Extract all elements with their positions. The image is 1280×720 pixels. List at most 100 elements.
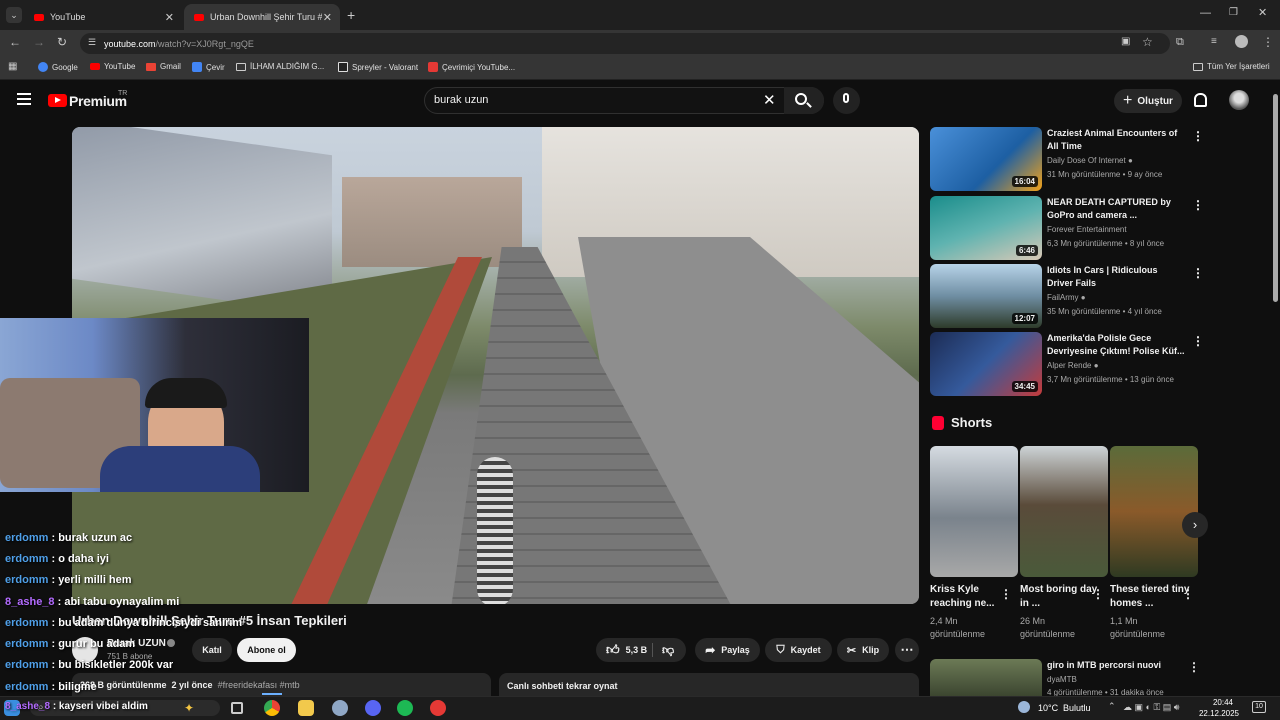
- video-title[interactable]: Craziest Animal Encounters of All Time: [1047, 127, 1185, 153]
- short-title[interactable]: Kriss Kyle reaching ne...: [930, 583, 1010, 611]
- bookmark-folder[interactable]: İLHAM ALDIĞIM G...: [236, 62, 324, 71]
- channel-name[interactable]: dyaMTB: [1047, 675, 1077, 684]
- search-input[interactable]: burak uzun: [434, 94, 488, 106]
- bookmark-google[interactable]: Google: [38, 62, 78, 72]
- all-bookmarks[interactable]: Tüm Yer İşaretleri: [1193, 62, 1270, 71]
- bookmark-gmail[interactable]: Gmail: [146, 62, 181, 71]
- tab-search-icon[interactable]: ⌄: [6, 7, 22, 23]
- obs-icon[interactable]: [430, 700, 446, 716]
- more-options-icon[interactable]: ⋮: [1188, 660, 1200, 674]
- bookmark-yt-converter[interactable]: Çevrimiçi YouTube...: [428, 62, 515, 72]
- recommendation-item[interactable]: 12:07 Idiots In Cars | Ridiculous Driver…: [930, 264, 1270, 328]
- thumbnail[interactable]: [930, 659, 1042, 696]
- recommendation-item[interactable]: 6:46 NEAR DEATH CAPTURED by GoPro and ca…: [930, 196, 1270, 260]
- channel-line[interactable]: Alper Rende ●: [1047, 361, 1099, 370]
- more-options-icon[interactable]: ⋮: [1192, 198, 1204, 212]
- notification-center-icon[interactable]: 10: [1252, 701, 1266, 713]
- weather-desc[interactable]: Bulutlu: [1063, 703, 1091, 713]
- forward-icon[interactable]: →: [33, 35, 45, 49]
- channel-line[interactable]: Daily Dose Of Internet ●: [1047, 156, 1133, 165]
- hamburger-menu-icon[interactable]: [17, 93, 31, 105]
- tray-chevron-icon[interactable]: ⌃: [1108, 701, 1116, 712]
- more-options-icon[interactable]: ⋮: [1092, 587, 1104, 601]
- back-icon[interactable]: ←: [9, 35, 21, 49]
- apps-grid-icon[interactable]: ▦: [8, 61, 17, 72]
- bookmark-translate[interactable]: Çevir: [192, 62, 225, 72]
- verified-icon: ●: [1127, 156, 1133, 165]
- short-title[interactable]: These tiered tiny homes ...: [1110, 583, 1190, 611]
- tab-youtube[interactable]: YouTube ✕: [24, 4, 182, 30]
- clear-search-icon[interactable]: ✕: [763, 91, 776, 109]
- save-button[interactable]: ⛉ Kaydet: [765, 638, 832, 662]
- thumbnail[interactable]: 12:07: [930, 264, 1042, 328]
- more-options-icon[interactable]: ⋮: [1192, 334, 1204, 348]
- close-tab-icon[interactable]: ✕: [323, 11, 332, 24]
- recommendation-item[interactable]: 16:04 Craziest Animal Encounters of All …: [930, 127, 1270, 191]
- short-thumbnail[interactable]: [930, 446, 1018, 577]
- clock-time[interactable]: 20:44: [1203, 698, 1233, 707]
- create-button[interactable]: + Oluştur: [1114, 89, 1182, 113]
- minimize-icon[interactable]: —: [1200, 7, 1211, 19]
- close-tab-icon[interactable]: ✕: [165, 11, 174, 24]
- shorts-next-button[interactable]: ›: [1182, 512, 1208, 538]
- discord-icon[interactable]: [365, 700, 381, 716]
- short-title[interactable]: Most boring day in ...: [1020, 583, 1100, 611]
- thumbnail[interactable]: 16:04: [930, 127, 1042, 191]
- voice-search-button[interactable]: [833, 87, 860, 114]
- share-button[interactable]: ➦ Paylaş: [695, 638, 760, 662]
- site-info-icon[interactable]: ☰: [88, 37, 96, 48]
- youtube-logo-icon[interactable]: [48, 94, 67, 107]
- bookmark-valorant[interactable]: Spreyler - Valorant: [338, 62, 418, 72]
- channel-name[interactable]: Forever Entertainment: [1047, 225, 1127, 234]
- channel-line[interactable]: FailArmy ●: [1047, 293, 1086, 302]
- close-window-icon[interactable]: ✕: [1258, 6, 1267, 19]
- video-title[interactable]: giro in MTB percorsi nuovi: [1047, 660, 1161, 670]
- more-options-icon[interactable]: ⋮: [1000, 587, 1012, 601]
- like-icon[interactable]: 👍︎: [606, 642, 620, 658]
- clock-date[interactable]: 22.12.2025: [1189, 709, 1239, 718]
- cast-icon[interactable]: ▣: [1121, 36, 1130, 47]
- more-actions-button[interactable]: ⋯: [895, 638, 919, 662]
- app-icon[interactable]: [332, 700, 348, 716]
- video-title[interactable]: NEAR DEATH CAPTURED by GoPro and camera …: [1047, 196, 1185, 222]
- bookmark-star-icon[interactable]: ☆: [1142, 35, 1153, 49]
- short-thumbnail[interactable]: [1110, 446, 1198, 577]
- tab-video[interactable]: Urban Downhill Şehir Turu #5 İ ✕: [184, 4, 340, 30]
- join-button[interactable]: Katıl: [192, 638, 232, 662]
- subscribe-button[interactable]: Abone ol: [237, 638, 296, 662]
- like-count[interactable]: 5,3 B: [626, 645, 648, 655]
- weather-temp[interactable]: 10°C: [1038, 703, 1058, 713]
- media-icon[interactable]: ≡: [1211, 36, 1217, 47]
- short-thumbnail[interactable]: [1020, 446, 1108, 577]
- live-chat-replay[interactable]: Canlı sohbeti tekrar oynat: [499, 673, 919, 696]
- bookmark-youtube[interactable]: YouTube: [90, 62, 135, 71]
- video-title[interactable]: Idiots In Cars | Ridiculous Driver Fails: [1047, 264, 1185, 290]
- clip-button[interactable]: ✂ Klip: [837, 638, 889, 662]
- address-bar[interactable]: youtube.com/watch?v=XJ0Rgt_ngQE: [80, 33, 1170, 54]
- weather-icon[interactable]: [1018, 701, 1030, 713]
- more-options-icon[interactable]: ⋮: [1192, 129, 1204, 143]
- dislike-icon[interactable]: 👎︎: [662, 643, 674, 658]
- spotify-icon[interactable]: [397, 700, 413, 716]
- menu-dots-icon[interactable]: ⋮: [1262, 35, 1274, 49]
- task-view-icon[interactable]: [231, 702, 243, 714]
- scrollbar-thumb[interactable]: [1273, 94, 1278, 302]
- avatar[interactable]: [1229, 90, 1249, 110]
- more-options-icon[interactable]: ⋮: [1182, 587, 1194, 601]
- extensions-icon[interactable]: ⧉: [1176, 36, 1184, 49]
- file-explorer-icon[interactable]: [298, 700, 314, 716]
- chrome-taskbar-icon[interactable]: [264, 700, 280, 716]
- new-tab-icon[interactable]: +: [347, 7, 355, 23]
- profile-icon[interactable]: [1235, 35, 1248, 48]
- thumbnail[interactable]: 6:46: [930, 196, 1042, 260]
- hashtags[interactable]: #freeridekafası #mtb: [218, 680, 300, 690]
- notifications-bell-icon[interactable]: [1194, 93, 1207, 107]
- page-scrollbar[interactable]: [1271, 82, 1280, 696]
- video-title[interactable]: Amerika'da Polisle Gece Devriyesine Çıkt…: [1047, 332, 1185, 358]
- recommendation-item[interactable]: 34:45 Amerika'da Polisle Gece Devriyesin…: [930, 332, 1270, 396]
- reload-icon[interactable]: ↻: [57, 35, 67, 49]
- tray-icons[interactable]: ☁ ▣ ◐ ⚿ ▤ 🔊︎: [1123, 702, 1179, 713]
- thumbnail[interactable]: 34:45: [930, 332, 1042, 396]
- more-options-icon[interactable]: ⋮: [1192, 266, 1204, 280]
- restore-icon[interactable]: ❐: [1229, 7, 1238, 18]
